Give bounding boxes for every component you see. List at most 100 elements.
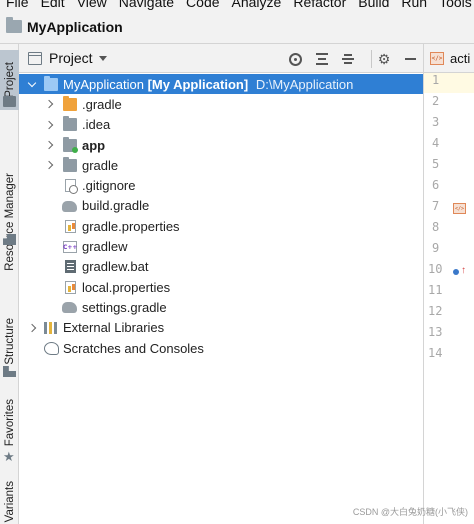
- toolbar-divider: [371, 50, 372, 68]
- line-number: 14: [428, 346, 443, 360]
- line-number: 4: [432, 136, 440, 150]
- tree-item-gradle[interactable]: gradle: [19, 155, 423, 175]
- tab-build-variants[interactable]: Variants: [0, 480, 19, 524]
- related-xml-icon[interactable]: </>: [453, 203, 466, 214]
- properties-file-icon: [65, 280, 76, 294]
- xml-file-icon: </>: [430, 51, 444, 65]
- root-name: MyApplication: [63, 76, 144, 92]
- chevron-right-icon[interactable]: [44, 140, 54, 150]
- gutter-line: 7 </>: [424, 199, 474, 219]
- line-number: 7: [432, 199, 440, 213]
- tree-item-external-libraries[interactable]: External Libraries: [19, 318, 423, 338]
- gutter-line: 8: [424, 220, 474, 240]
- tree-item-local-properties[interactable]: local.properties: [19, 277, 423, 297]
- gutter-line: 6: [424, 178, 474, 198]
- menu-bar: File Edit View Navigate Code Analyze Ref…: [0, 0, 474, 10]
- root-module: [My Application]: [147, 76, 249, 92]
- gutter-line: 11: [424, 283, 474, 303]
- excluded-folder-icon: [63, 95, 77, 111]
- override-method-icon[interactable]: ↑: [453, 266, 467, 278]
- hide-panel-button[interactable]: [401, 50, 419, 68]
- editor-tab-label: acti: [450, 50, 471, 66]
- tree-item-gradlew[interactable]: gradlew: [19, 236, 423, 256]
- line-number: 9: [432, 241, 440, 255]
- select-opened-file-button[interactable]: [286, 50, 304, 68]
- menu-refactor[interactable]: Refactor: [287, 0, 352, 10]
- tree-item-gradlew-bat[interactable]: gradlew.bat: [19, 257, 423, 277]
- menu-analyze[interactable]: Analyze: [226, 0, 288, 10]
- list-item-label: build.gradle: [82, 198, 150, 214]
- left-tool-stripe: Project Resource Manager Structure Favor…: [0, 44, 19, 524]
- chevron-right-icon[interactable]: [44, 99, 54, 109]
- list-item-label: app: [82, 137, 106, 153]
- line-number: 5: [432, 157, 440, 171]
- script-file-icon: [63, 240, 77, 253]
- menu-build[interactable]: Build: [352, 0, 395, 10]
- project-tool-icon: [3, 96, 16, 107]
- chevron-right-icon[interactable]: [27, 323, 37, 333]
- chevron-down-icon[interactable]: [27, 79, 37, 89]
- menu-edit[interactable]: Edit: [35, 0, 71, 10]
- star-icon: ★: [3, 449, 15, 464]
- tab-build-variants-label: Variants: [3, 481, 16, 523]
- gradle-elephant-icon: [62, 302, 77, 314]
- expand-all-button[interactable]: [313, 50, 331, 68]
- menu-file[interactable]: File: [0, 0, 35, 10]
- tree-item-build-gradle[interactable]: build.gradle: [19, 196, 423, 216]
- tree-root-row[interactable]: MyApplication [My Application] D:\MyAppl…: [19, 74, 423, 95]
- folder-icon: [63, 116, 77, 132]
- line-number: 6: [432, 178, 440, 192]
- collapse-all-button[interactable]: [339, 50, 357, 68]
- folder-icon: [63, 156, 77, 172]
- menu-navigate[interactable]: Navigate: [113, 0, 180, 10]
- tree-root-label: MyApplication [My Application] D:\MyAppl…: [63, 77, 353, 92]
- project-folder-icon: [6, 17, 22, 33]
- tab-favorites[interactable]: Favorites: [0, 394, 19, 452]
- gradle-elephant-icon: [62, 200, 77, 212]
- menu-view[interactable]: View: [71, 0, 113, 10]
- line-number: 12: [428, 304, 443, 318]
- tab-project-label: Project: [3, 62, 16, 98]
- tree-item-gitignore[interactable]: .gitignore: [19, 175, 423, 195]
- batch-file-icon: [65, 260, 76, 274]
- tree-item-scratches[interactable]: Scratches and Consoles: [19, 338, 423, 358]
- list-item-label: local.properties: [82, 279, 171, 295]
- chevron-right-icon[interactable]: [44, 120, 54, 130]
- tab-favorites-label: Favorites: [3, 399, 16, 447]
- line-number: 1: [432, 73, 440, 87]
- gutter-line: 12: [424, 304, 474, 324]
- tree-item-dot-gradle[interactable]: .gradle: [19, 94, 423, 114]
- list-item-label: gradle.properties: [82, 218, 180, 234]
- editor-area: </> acti 1 2 3 4 5 6 7 </> 8 9 10 ↑ 11 1…: [423, 44, 474, 524]
- project-tree: MyApplication [My Application] D:\MyAppl…: [19, 74, 423, 358]
- settings-button[interactable]: ⚙: [375, 50, 393, 68]
- menu-tools[interactable]: Tools: [433, 0, 474, 10]
- gutter-line: 9: [424, 241, 474, 261]
- menu-code[interactable]: Code: [180, 0, 225, 10]
- gutter-line: 1: [424, 73, 474, 93]
- line-number: 10: [428, 262, 443, 276]
- properties-file-icon: [65, 219, 76, 233]
- line-number: 2: [432, 94, 440, 108]
- android-module-icon: [63, 136, 78, 153]
- editor-tab[interactable]: </> acti: [424, 44, 474, 73]
- navigation-bar: MyApplication: [0, 10, 474, 44]
- tree-item-settings-gradle[interactable]: settings.gradle: [19, 297, 423, 317]
- tab-structure[interactable]: Structure: [0, 314, 19, 368]
- menu-run[interactable]: Run: [395, 0, 433, 10]
- minimize-icon: [404, 58, 416, 60]
- root-path: D:\MyApplication: [255, 76, 354, 92]
- tree-item-app[interactable]: app: [19, 135, 423, 155]
- tree-item-idea[interactable]: .idea: [19, 115, 423, 135]
- project-breadcrumb[interactable]: MyApplication: [27, 19, 123, 35]
- project-view-selector[interactable]: Project: [49, 50, 93, 66]
- watermark: CSDN @大白兔奶糖(小飞侠): [352, 507, 468, 517]
- tab-resource-manager[interactable]: Resource Manager: [0, 170, 19, 274]
- line-number: 3: [432, 115, 440, 129]
- chevron-down-icon[interactable]: [98, 55, 107, 61]
- target-icon: [288, 52, 302, 66]
- tree-item-gradle-properties[interactable]: gradle.properties: [19, 216, 423, 236]
- tab-structure-label: Structure: [3, 317, 16, 365]
- list-item-label: External Libraries: [63, 320, 165, 336]
- chevron-right-icon[interactable]: [44, 160, 54, 170]
